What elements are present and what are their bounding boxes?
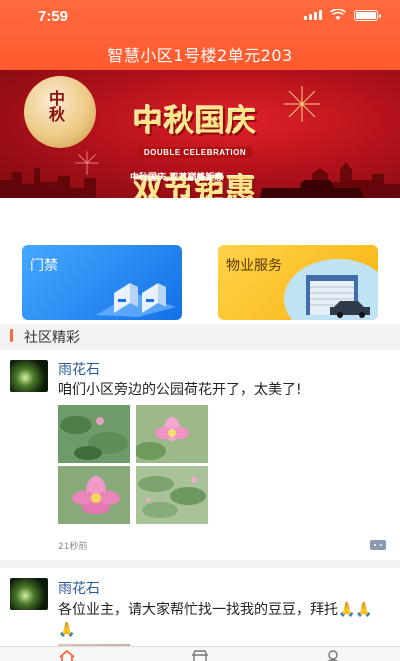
firework-graphic [75, 151, 99, 175]
main-content: 门禁 物业服务 社区精彩 雨花石 咱们小区旁边的公园荷花开了，太美了! 21秒前… [0, 198, 400, 661]
bottom-tab-bar [0, 646, 400, 661]
lotus-leaves-photo [58, 405, 130, 463]
post-username[interactable]: 雨花石 [58, 578, 100, 598]
signal-icon [304, 10, 322, 20]
post-photo[interactable] [58, 405, 130, 463]
avatar[interactable] [10, 578, 48, 610]
page-title: 智慧小区1号楼2单元203 [107, 46, 293, 65]
service-cards: 门禁 物业服务 [0, 198, 400, 324]
feed-post[interactable]: 雨花石 各位业主，请大家帮忙找一找我的豆豆，拜托🙏🙏🙏 [0, 560, 400, 660]
post-timestamp: 21秒前 [58, 542, 88, 552]
post-photo[interactable] [136, 466, 208, 524]
avatar[interactable] [10, 360, 48, 392]
promo-banner[interactable]: 中秋 中秋国庆 DOUBLE CELEBRATION 双节钜惠 中秋国庆,双节巅… [0, 70, 400, 198]
community-feed: 雨花石 咱们小区旁边的公园荷花开了，太美了! 21秒前 雨花石 各位业主，请大家… [0, 350, 400, 654]
post-text: 各位业主，请大家帮忙找一找我的豆豆，拜托🙏🙏🙏 [58, 602, 373, 638]
lotus-flower-photo [58, 466, 130, 524]
lotus-pond-photo [136, 466, 208, 524]
wifi-icon [330, 9, 346, 20]
section-accent-bar [10, 329, 13, 342]
property-service-label: 物业服务 [226, 258, 282, 274]
property-service-card[interactable]: 物业服务 [218, 245, 378, 320]
feed-post[interactable]: 雨花石 咱们小区旁边的公园荷花开了，太美了! 21秒前 [0, 350, 400, 560]
profile-icon[interactable] [324, 650, 342, 661]
section-title: 社区精彩 [24, 330, 80, 346]
garage-car-icon [284, 259, 378, 320]
door-access-label: 门禁 [30, 258, 58, 274]
shop-icon[interactable] [191, 650, 209, 661]
post-username[interactable]: 雨花石 [58, 359, 100, 379]
app-screen: 7:59 智慧小区1号楼2单元203 中秋 中秋国庆 DOUBLE CELEBR… [0, 0, 400, 661]
pink-lotus-photo [136, 405, 208, 463]
turnstile-gate-icon [96, 283, 176, 317]
status-icons [304, 9, 381, 21]
banner-english: DOUBLE CELEBRATION [137, 147, 253, 158]
section-header: 社区精彩 [0, 324, 400, 348]
status-bar: 7:59 [0, 0, 400, 32]
moon-calligraphy: 中秋 [46, 90, 65, 122]
status-time: 7:59 [38, 8, 69, 25]
post-text: 咱们小区旁边的公园荷花开了，太美了! [58, 382, 302, 398]
post-photo[interactable] [58, 466, 130, 524]
battery-icon [354, 9, 381, 21]
home-icon[interactable] [58, 650, 76, 661]
banner-line-1: 中秋国庆 [133, 104, 257, 139]
banner-subtitle: 中秋国庆,双节巅峰钜惠 [130, 173, 224, 183]
comment-more-icon[interactable] [370, 540, 386, 550]
post-photo[interactable] [136, 405, 208, 463]
header: 7:59 智慧小区1号楼2单元203 [0, 0, 400, 70]
door-access-card[interactable]: 门禁 [22, 245, 182, 320]
